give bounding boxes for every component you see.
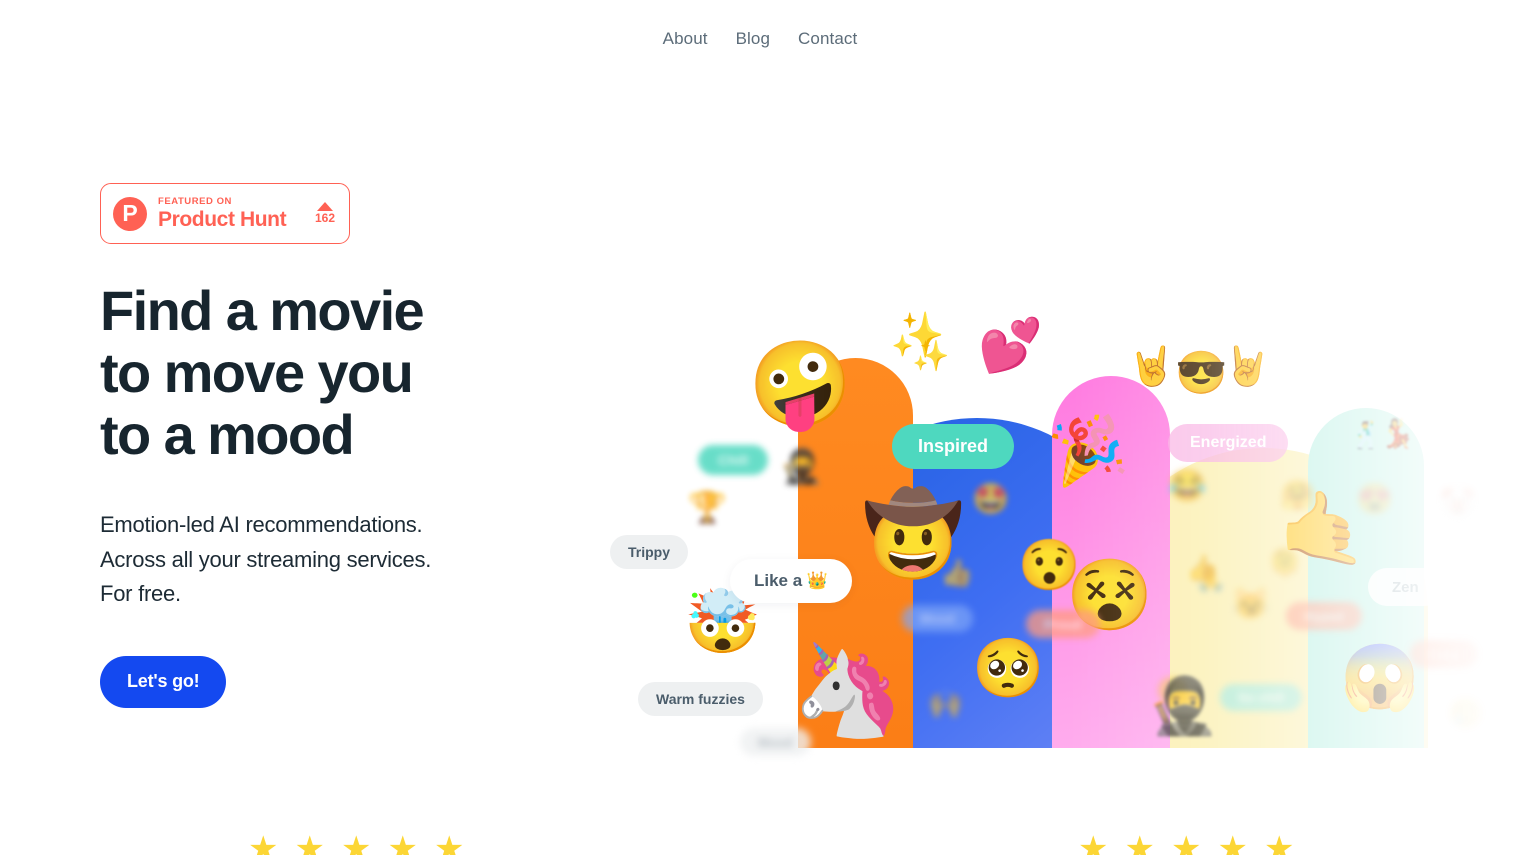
unicorn-emoji: 🦄	[792, 641, 905, 741]
star-icon: ★	[1124, 830, 1155, 855]
mood-pill-like-a-king[interactable]: Like a 👑	[730, 559, 853, 603]
zany-face-emoji: 🤪	[748, 337, 853, 431]
headline-line-1: Find a movie	[100, 279, 425, 342]
mood-pill-trippy[interactable]: Trippy	[610, 535, 689, 569]
subhead-line-3: For free.	[100, 581, 181, 606]
mood-pill-chill[interactable]: Chill	[698, 445, 769, 475]
smiling-tear-emoji: 🥲	[1448, 698, 1485, 730]
landing-page-hero: About Blog Contact P FEATURED ON Product…	[0, 0, 1520, 855]
folded-hands-emoji: 🙏	[1196, 566, 1226, 593]
dancing-woman-emoji: 💃	[1380, 418, 1415, 449]
page-title: Find a movie to move you to a mood	[100, 280, 620, 466]
star-icon: ★	[387, 830, 418, 855]
mood-pill-hyped[interactable]: Hyped	[1286, 602, 1362, 630]
trophy-emoji: 🏆	[688, 490, 727, 525]
joy-face-emoji: 😂	[1168, 468, 1207, 503]
subhead-line-1: Emotion-led AI recommendations.	[100, 512, 423, 537]
raising-hands-emoji: 🙌	[928, 688, 963, 719]
pleading-face-emoji: 🥺	[972, 636, 1045, 701]
dancing-man-emoji: 🕺	[1350, 420, 1383, 450]
nav-link-blog[interactable]: Blog	[736, 26, 770, 52]
star-icon: ★	[294, 830, 325, 855]
main-navigation: About Blog Contact	[0, 26, 1520, 52]
star-icon: ★	[1217, 830, 1248, 855]
star-struck-emoji: 🤩	[972, 483, 1010, 516]
rating-stars-left: ★ ★ ★ ★ ★	[248, 832, 464, 855]
mood-pill-zen[interactable]: Zen	[1368, 568, 1443, 606]
smirking-cat-emoji: 😼	[1232, 588, 1270, 621]
headline-line-3: to a mood	[100, 403, 355, 466]
call-me-hand-emoji: 🤙	[1278, 489, 1368, 569]
rock-on-hand-emoji: 🤘	[1128, 346, 1176, 388]
subhead-line-2: Across all your streaming services.	[100, 546, 432, 572]
product-hunt-text: FEATURED ON Product Hunt	[158, 196, 304, 231]
mood-pill-proud[interactable]: Proud	[1026, 610, 1100, 638]
ninja-emoji: 🥷	[780, 448, 823, 486]
headline-line-2: to move you	[100, 341, 414, 404]
screaming-face-emoji: 😱	[1340, 641, 1420, 713]
hero-subheading: Emotion-led AI recommendations. Across a…	[100, 508, 620, 612]
mood-pill-energized[interactable]: Energized	[1168, 424, 1289, 462]
hushed-face-emoji: 😯	[1018, 537, 1081, 593]
sunglasses-face-emoji: 😎	[1175, 349, 1228, 396]
mood-pill-warm-fuzzies[interactable]: Warm fuzzies	[638, 682, 763, 716]
star-icon: ★	[248, 830, 279, 855]
hero-content: P FEATURED ON Product Hunt 162 Find a mo…	[100, 183, 620, 708]
product-hunt-logo-icon: P	[113, 196, 147, 231]
star-icon: ★	[433, 830, 465, 855]
product-hunt-badge[interactable]: P FEATURED ON Product Hunt 162	[100, 183, 350, 244]
star-icon: ★	[1263, 830, 1295, 855]
star-icon: ★	[1078, 830, 1109, 855]
rating-stars-right: ★ ★ ★ ★ ★	[1078, 832, 1294, 855]
mood-pill-inspired[interactable]: Inspired	[892, 424, 1015, 469]
nav-link-contact[interactable]: Contact	[798, 26, 857, 52]
badge-product-name: Product Hunt	[158, 208, 287, 231]
lets-go-button[interactable]: Let's go!	[100, 655, 227, 708]
sparkles-emoji: ✨	[912, 340, 950, 373]
rock-on-hand-emoji: 🤘	[1224, 346, 1272, 388]
upvote-triangle-icon	[316, 202, 333, 211]
mood-arches-illustration: 🏆 🥷 🤩 😂 👍 😼 👍 🤗 🫠 🤡 🥲 🙌 🙏 🙃 😍 ✨ ✨ 💕 🎉 😎 …	[580, 300, 1520, 780]
badge-upvote[interactable]: 162	[315, 202, 335, 225]
badge-upvote-count: 162	[314, 211, 335, 225]
clown-face-emoji: 🤡	[1440, 488, 1477, 520]
mood-pill-so-chill[interactable]: So chill	[1220, 684, 1303, 711]
cowboy-hat-face-emoji: 🤠	[862, 489, 965, 580]
party-popper-emoji: 🎉	[1043, 408, 1131, 491]
star-icon: ★	[340, 830, 372, 855]
mood-pill-cosy[interactable]: Cosy	[1410, 640, 1478, 668]
nav-link-about[interactable]: About	[663, 26, 708, 52]
badge-kicker: FEATURED ON	[158, 196, 232, 207]
two-hearts-emoji: 💕	[978, 317, 1043, 375]
mood-pill-mood[interactable]: Mood	[902, 605, 973, 632]
mood-pill-mood[interactable]: Mood	[740, 728, 811, 756]
star-icon: ★	[1170, 830, 1202, 855]
ninja-emoji: 🥷	[1148, 674, 1218, 737]
